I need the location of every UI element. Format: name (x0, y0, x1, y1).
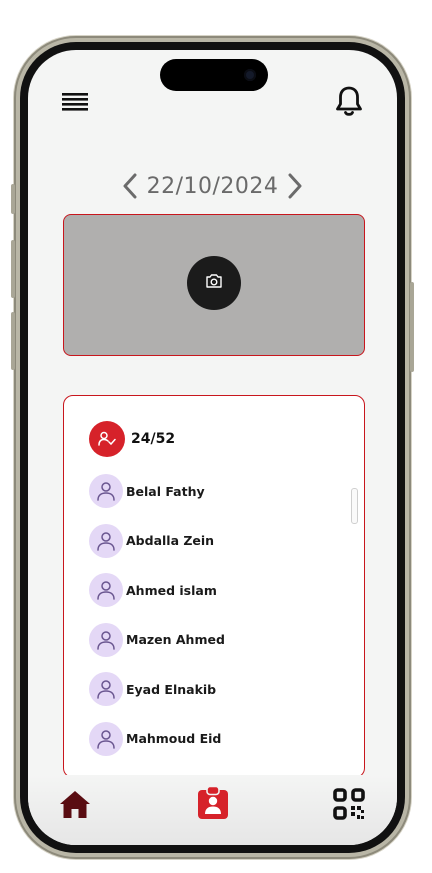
user-avatar-icon (89, 523, 123, 558)
camera-button[interactable] (187, 256, 241, 310)
student-name: Abdalla Zein (126, 533, 215, 548)
chevron-left-icon[interactable] (119, 171, 141, 201)
list-item[interactable]: Eyad Elnakib (89, 672, 225, 706)
phone-volume-up-button (11, 240, 15, 298)
clipboard-user-icon[interactable] (196, 785, 230, 821)
list-scrollbar[interactable] (351, 488, 358, 524)
list-item[interactable]: Mazen Ahmed (89, 622, 225, 657)
user-avatar-icon (89, 672, 123, 706)
hamburger-menu-icon[interactable] (60, 90, 90, 114)
qr-code-icon[interactable] (332, 787, 366, 821)
list-item[interactable]: Ahmed islam (89, 573, 225, 607)
student-name: Mazen Ahmed (126, 632, 225, 647)
attendance-count: 24/52 (131, 431, 176, 447)
list-item[interactable]: Abdalla Zein (89, 523, 225, 558)
phone-action-button (11, 184, 15, 214)
home-icon[interactable] (58, 787, 92, 821)
attendance-count-row: 24/52 (89, 421, 175, 457)
user-check-icon (89, 421, 125, 457)
student-name: Ahmed islam (126, 582, 217, 598)
date-navigator: 22/10/2024 (28, 168, 397, 204)
user-avatar-icon (89, 721, 123, 756)
bottom-nav (28, 775, 397, 845)
student-list: Belal Fathy Abdalla Zein Ahmed islam Maz… (89, 474, 225, 771)
front-camera (244, 69, 256, 81)
student-name: Eyad Elnakib (126, 681, 217, 697)
user-avatar-icon (89, 474, 123, 508)
user-avatar-icon (89, 622, 123, 657)
app-screen: 22/10/2024 24/52 Belal Fathy Abdalla Zei… (28, 50, 397, 845)
student-name: Belal Fathy (126, 483, 205, 499)
photo-placeholder[interactable] (63, 214, 365, 356)
student-name: Mahmoud Eid (126, 731, 222, 746)
attendance-card: 24/52 Belal Fathy Abdalla Zein Ahmed isl… (63, 395, 365, 778)
list-item[interactable]: Mahmoud Eid (89, 721, 225, 756)
phone-volume-down-button (11, 312, 15, 370)
list-item[interactable]: Belal Fathy (89, 474, 225, 508)
bell-icon[interactable] (334, 84, 364, 118)
dynamic-island (160, 59, 268, 91)
user-avatar-icon (89, 573, 123, 607)
phone-power-button (410, 282, 414, 372)
chevron-right-icon[interactable] (284, 171, 306, 201)
current-date: 22/10/2024 (146, 173, 279, 199)
camera-icon (205, 273, 223, 293)
